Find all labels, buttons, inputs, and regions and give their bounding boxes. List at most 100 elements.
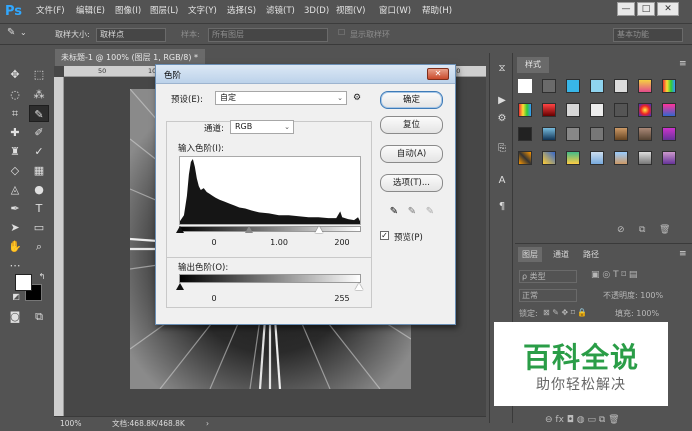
options-button[interactable]: 选项(T)... <box>380 174 443 192</box>
ok-button[interactable]: 确定 <box>380 91 443 109</box>
style-swatch[interactable] <box>590 151 604 165</box>
style-swatch[interactable] <box>590 103 604 117</box>
dialog-close-button[interactable]: ✕ <box>427 68 449 80</box>
blend-mode-select[interactable]: 正常 <box>519 289 577 302</box>
preset-options-gear-icon[interactable]: ⚙ <box>353 93 361 103</box>
style-swatch[interactable] <box>566 127 580 141</box>
menu-image[interactable]: 图像(I) <box>115 5 141 17</box>
style-swatch[interactable] <box>542 79 556 93</box>
menu-type[interactable]: 文字(Y) <box>188 5 217 17</box>
lasso-tool-icon[interactable]: ◌ <box>5 86 25 103</box>
style-swatch[interactable] <box>542 127 556 141</box>
brush-tool-icon[interactable]: ✐ <box>29 124 49 141</box>
clone-source-icon[interactable]: ⎘ <box>494 141 510 157</box>
style-swatch[interactable] <box>518 127 532 141</box>
eraser-tool-icon[interactable]: ◇ <box>5 162 25 179</box>
menu-layer[interactable]: 图层(L) <box>150 5 178 17</box>
auto-button[interactable]: 自动(A) <box>380 145 443 163</box>
hand-tool-icon[interactable]: ✋ <box>5 238 25 255</box>
style-swatch[interactable] <box>614 103 628 117</box>
status-menu-arrow-icon[interactable]: › <box>206 417 209 431</box>
menu-filter[interactable]: 滤镜(T) <box>266 5 295 17</box>
menu-view[interactable]: 视图(V) <box>336 5 365 17</box>
style-swatch[interactable] <box>614 79 628 93</box>
foreground-color-swatch[interactable] <box>15 274 32 291</box>
style-swatch[interactable] <box>566 103 580 117</box>
reset-button[interactable]: 复位 <box>380 116 443 134</box>
delete-style-icon[interactable]: 🗑 <box>659 225 670 235</box>
input-white-field[interactable]: 200 <box>328 238 356 247</box>
clone-stamp-tool-icon[interactable]: ♜ <box>5 143 25 160</box>
dodge-tool-icon[interactable]: ● <box>29 181 49 198</box>
menu-edit[interactable]: 编辑(E) <box>76 5 105 17</box>
gradient-tool-icon[interactable]: ▦ <box>29 162 49 179</box>
style-swatch[interactable] <box>590 127 604 141</box>
preset-select[interactable]: 自定 ⌄ <box>215 91 347 105</box>
layer-footer-icons[interactable]: ⊖ fx ◘ ◍ ▭ ⧉ 🗑 <box>545 415 620 425</box>
panel-menu-icon[interactable]: ≡ <box>679 59 687 69</box>
magic-wand-tool-icon[interactable]: ⁂ <box>29 86 49 103</box>
style-swatch[interactable] <box>662 79 676 93</box>
style-swatch[interactable] <box>638 151 652 165</box>
properties-panel-icon[interactable]: ⚙ <box>494 111 510 127</box>
menu-file[interactable]: 文件(F) <box>36 5 65 17</box>
healing-brush-tool-icon[interactable]: ✚ <box>5 124 25 141</box>
tool-preset-chevron-icon[interactable]: ⌄ <box>20 28 27 37</box>
input-black-slider[interactable] <box>176 226 184 233</box>
tab-channels[interactable]: 通道 <box>549 247 573 262</box>
input-white-slider[interactable] <box>315 226 323 233</box>
style-swatch[interactable] <box>662 127 676 141</box>
style-swatch[interactable] <box>542 151 556 165</box>
menu-help[interactable]: 帮助(H) <box>422 5 452 17</box>
zoom-level[interactable]: 100% <box>60 417 81 431</box>
history-panel-icon[interactable]: ⧖ <box>494 61 510 77</box>
path-selection-tool-icon[interactable]: ➤ <box>5 219 25 236</box>
eyedropper-tool-button[interactable]: ✎ <box>29 105 49 122</box>
tab-paths[interactable]: 路径 <box>579 247 603 262</box>
screen-mode-icon[interactable]: ⧉ <box>29 308 49 325</box>
rectangle-tool-icon[interactable]: ▭ <box>29 219 49 236</box>
output-white-slider[interactable] <box>355 283 363 290</box>
marquee-tool-icon[interactable]: ⬚ <box>29 66 49 83</box>
move-tool-icon[interactable]: ✥ <box>5 66 25 83</box>
more-tools-icon[interactable]: ⋯ <box>5 257 25 274</box>
minimize-button[interactable]: — <box>617 2 635 16</box>
white-eyedropper-icon[interactable]: ✎ <box>424 206 436 218</box>
input-black-field[interactable]: 0 <box>202 238 226 247</box>
workspace-select[interactable]: 基本功能 <box>613 28 683 42</box>
blur-tool-icon[interactable]: ◬ <box>5 181 25 198</box>
paragraph-panel-icon[interactable]: ¶ <box>494 199 510 215</box>
output-black-slider[interactable] <box>176 283 184 290</box>
preview-checkbox[interactable]: ✓ <box>380 231 389 240</box>
layer-filter-select[interactable]: ρ 类型 <box>519 270 577 283</box>
sample-select[interactable]: 所有图层 <box>208 28 328 42</box>
type-tool-icon[interactable]: T <box>29 200 49 217</box>
styles-tab[interactable]: 样式 <box>517 57 549 73</box>
style-swatch[interactable] <box>638 127 652 141</box>
character-panel-icon[interactable]: A <box>494 173 510 189</box>
dialog-titlebar[interactable]: 色阶 ✕ <box>156 65 455 84</box>
style-swatch[interactable] <box>518 151 532 165</box>
style-swatch[interactable] <box>566 79 580 93</box>
close-window-button[interactable]: ✕ <box>657 2 679 16</box>
channel-select[interactable]: RGB ⌄ <box>230 120 294 134</box>
style-swatch[interactable] <box>662 103 676 117</box>
black-eyedropper-icon[interactable]: ✎ <box>388 206 400 218</box>
quick-mask-icon[interactable]: ◙ <box>5 308 25 325</box>
lock-icons[interactable]: ⊠ ✎ ✥ ⌑ 🔒 <box>543 308 587 317</box>
style-swatch-none[interactable] <box>518 79 532 93</box>
style-swatch[interactable] <box>638 103 652 117</box>
style-swatch[interactable] <box>614 127 628 141</box>
style-swatch[interactable] <box>542 103 556 117</box>
new-style-icon[interactable]: ⧉ <box>639 225 645 235</box>
style-swatch[interactable] <box>590 79 604 93</box>
style-swatch[interactable] <box>614 151 628 165</box>
panel-menu-icon[interactable]: ≡ <box>679 249 687 259</box>
tab-layers[interactable]: 图层 <box>518 247 542 262</box>
menu-3d[interactable]: 3D(D) <box>304 5 329 17</box>
input-gamma-field[interactable]: 1.00 <box>264 238 294 247</box>
menu-window[interactable]: 窗口(W) <box>379 5 411 17</box>
menu-select[interactable]: 选择(S) <box>227 5 256 17</box>
style-swatch[interactable] <box>638 79 652 93</box>
swap-colors-icon[interactable]: ↰ <box>32 268 52 285</box>
